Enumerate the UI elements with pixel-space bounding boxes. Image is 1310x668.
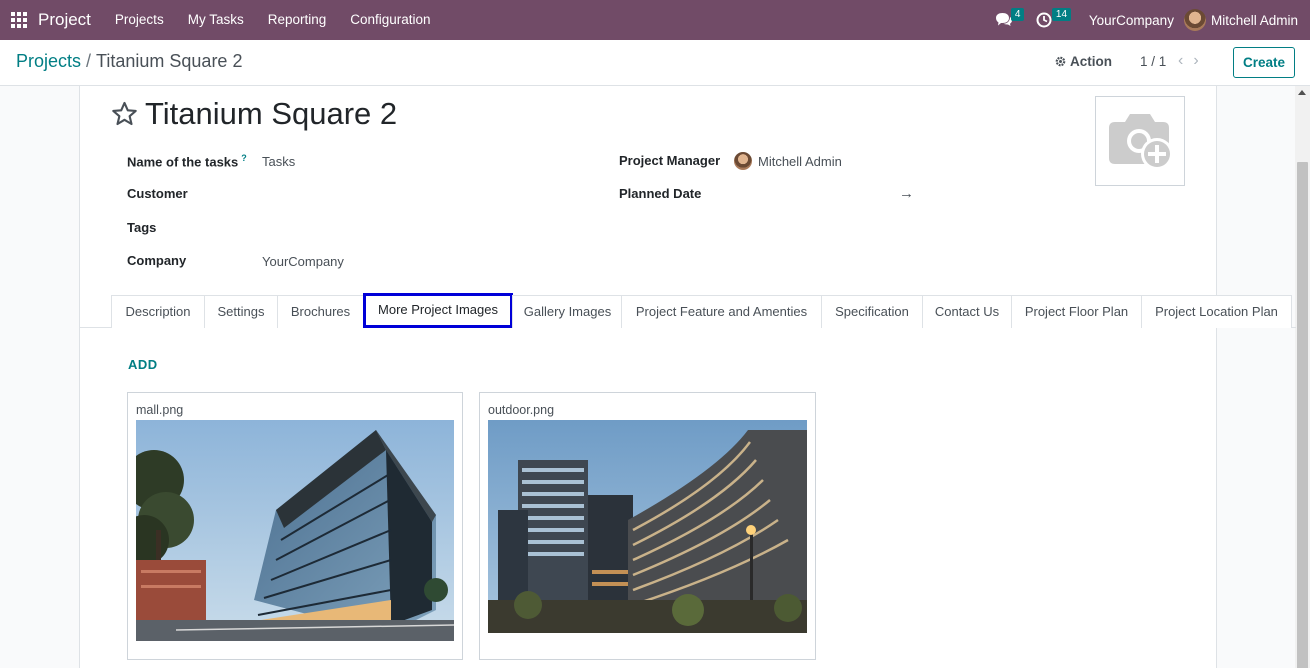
tab-project-floor-plan[interactable]: Project Floor Plan <box>1011 295 1142 328</box>
tab-settings[interactable]: Settings <box>204 295 278 328</box>
camera-plus-icon <box>1109 114 1173 170</box>
breadcrumb: Projects / Titanium Square 2 <box>16 51 242 72</box>
customer-field[interactable] <box>262 186 562 204</box>
tab-brochures[interactable]: Brochures <box>277 295 364 328</box>
project-manager-label: Project Manager <box>619 153 721 168</box>
tab-specification[interactable]: Specification <box>821 295 923 328</box>
menu-projects[interactable]: Projects <box>103 0 176 40</box>
user-name: Mitchell Admin <box>1210 12 1298 28</box>
add-image-link[interactable]: ADD <box>128 357 158 372</box>
scroll-up-icon[interactable] <box>1298 90 1306 95</box>
project-manager-field[interactable]: Mitchell Admin <box>758 154 842 169</box>
activities-systray[interactable]: 14 <box>1022 0 1072 40</box>
date-range-arrow-icon: → <box>899 185 914 202</box>
customer-label: Customer <box>127 186 188 201</box>
image-filename: outdoor.png <box>488 403 555 417</box>
outdoor-photo[interactable] <box>488 420 807 633</box>
vertical-scrollbar[interactable] <box>1295 86 1310 668</box>
clock-icon <box>1036 12 1052 28</box>
project-image-upload[interactable] <box>1095 96 1185 186</box>
project-manager-avatar <box>734 152 752 170</box>
breadcrumb-current: Titanium Square 2 <box>96 51 243 71</box>
tab-contact-us[interactable]: Contact Us <box>922 295 1012 328</box>
menu-reporting[interactable]: Reporting <box>256 0 339 40</box>
messages-systray[interactable]: 4 <box>986 0 1025 40</box>
mall-photo[interactable] <box>136 420 454 641</box>
action-button[interactable]: Action <box>1055 54 1112 69</box>
pager-value[interactable]: 1 / 1 <box>1140 54 1166 69</box>
scrollbar-thumb[interactable] <box>1297 162 1308 668</box>
tab-description[interactable]: Description <box>111 295 205 328</box>
favorite-star-icon[interactable] <box>110 100 139 128</box>
name-of-tasks-field[interactable]: Tasks <box>262 154 295 169</box>
company-field[interactable]: YourCompany <box>262 254 344 269</box>
gear-icon <box>1055 56 1066 67</box>
pager-arrows: ‹› <box>1178 52 1209 70</box>
create-button[interactable]: Create <box>1233 47 1295 78</box>
tags-field[interactable] <box>262 220 562 238</box>
breadcrumb-separator: / <box>86 51 92 71</box>
planned-date-label: Planned Date <box>619 186 702 201</box>
tab-project-feature-and-amenties[interactable]: Project Feature and Amenties <box>621 295 822 328</box>
pager-previous-icon[interactable]: ‹ <box>1178 52 1193 69</box>
notebook-tabs: Description Settings Brochures More Proj… <box>80 293 1296 328</box>
pager-next-icon[interactable]: › <box>1193 52 1208 69</box>
tab-project-location-plan[interactable]: Project Location Plan <box>1141 295 1292 328</box>
activities-count-badge: 14 <box>1051 8 1072 21</box>
tags-label: Tags <box>127 220 157 235</box>
menu-configuration[interactable]: Configuration <box>338 0 442 40</box>
action-label: Action <box>1070 54 1112 69</box>
company-switcher[interactable]: YourCompany <box>1079 13 1184 28</box>
image-filename: mall.png <box>136 403 184 417</box>
tab-gallery-images[interactable]: Gallery Images <box>512 295 623 328</box>
title-row: Titanium Square 2 <box>110 96 397 132</box>
company-label: Company <box>127 253 187 268</box>
apps-menu-icon[interactable] <box>0 0 38 40</box>
app-brand[interactable]: Project <box>38 10 91 30</box>
help-tooltip-icon[interactable]: ? <box>241 153 247 163</box>
project-title[interactable]: Titanium Square 2 <box>145 96 397 132</box>
menu-my-tasks[interactable]: My Tasks <box>176 0 256 40</box>
tab-more-project-images[interactable]: More Project Images <box>363 293 513 328</box>
control-panel: Projects / Titanium Square 2 Action 1 / 1 … <box>0 40 1310 86</box>
user-menu[interactable]: Mitchell Admin <box>1183 9 1310 31</box>
top-navbar: Project Projects My Tasks Reporting Conf… <box>0 0 1310 40</box>
user-avatar <box>1183 9 1206 31</box>
breadcrumb-projects-link[interactable]: Projects <box>16 51 81 71</box>
name-of-tasks-label: Name of the tasks? <box>127 153 247 170</box>
